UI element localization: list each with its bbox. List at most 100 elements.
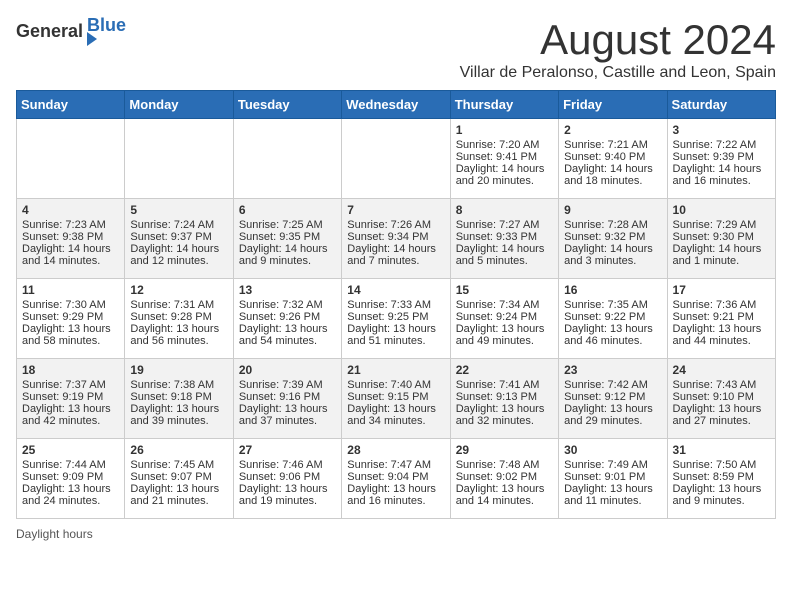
calendar-cell <box>342 119 450 199</box>
day-info: Sunrise: 7:27 AM <box>456 219 553 231</box>
day-number: 10 <box>673 203 770 217</box>
calendar-cell: 7Sunrise: 7:26 AMSunset: 9:34 PMDaylight… <box>342 199 450 279</box>
day-info: Sunset: 9:01 PM <box>564 471 661 483</box>
day-info: Sunrise: 7:44 AM <box>22 459 119 471</box>
day-number: 15 <box>456 283 553 297</box>
day-info: Sunrise: 7:28 AM <box>564 219 661 231</box>
day-info: Daylight: 13 hours and 16 minutes. <box>347 483 444 507</box>
calendar-cell: 3Sunrise: 7:22 AMSunset: 9:39 PMDaylight… <box>667 119 775 199</box>
day-info: Sunset: 9:30 PM <box>673 231 770 243</box>
day-number: 23 <box>564 363 661 377</box>
day-info: Daylight: 14 hours and 16 minutes. <box>673 163 770 187</box>
calendar-cell <box>17 119 125 199</box>
calendar-cell: 9Sunrise: 7:28 AMSunset: 9:32 PMDaylight… <box>559 199 667 279</box>
day-number: 21 <box>347 363 444 377</box>
day-info: Sunrise: 7:49 AM <box>564 459 661 471</box>
day-info: Sunset: 9:40 PM <box>564 151 661 163</box>
calendar-cell <box>233 119 341 199</box>
header-day-friday: Friday <box>559 91 667 119</box>
day-number: 13 <box>239 283 336 297</box>
calendar-cell: 10Sunrise: 7:29 AMSunset: 9:30 PMDayligh… <box>667 199 775 279</box>
calendar-cell: 28Sunrise: 7:47 AMSunset: 9:04 PMDayligh… <box>342 439 450 519</box>
day-info: Daylight: 13 hours and 9 minutes. <box>673 483 770 507</box>
day-info: Sunset: 9:38 PM <box>22 231 119 243</box>
calendar-cell: 13Sunrise: 7:32 AMSunset: 9:26 PMDayligh… <box>233 279 341 359</box>
day-number: 9 <box>564 203 661 217</box>
day-info: Daylight: 14 hours and 12 minutes. <box>130 243 227 267</box>
calendar-cell: 20Sunrise: 7:39 AMSunset: 9:16 PMDayligh… <box>233 359 341 439</box>
calendar-cell: 31Sunrise: 7:50 AMSunset: 8:59 PMDayligh… <box>667 439 775 519</box>
day-info: Sunset: 9:12 PM <box>564 391 661 403</box>
day-number: 7 <box>347 203 444 217</box>
calendar-week-5: 25Sunrise: 7:44 AMSunset: 9:09 PMDayligh… <box>17 439 776 519</box>
calendar-cell: 6Sunrise: 7:25 AMSunset: 9:35 PMDaylight… <box>233 199 341 279</box>
day-info: Sunset: 9:34 PM <box>347 231 444 243</box>
calendar-cell: 2Sunrise: 7:21 AMSunset: 9:40 PMDaylight… <box>559 119 667 199</box>
day-info: Daylight: 14 hours and 5 minutes. <box>456 243 553 267</box>
day-info: Sunset: 9:29 PM <box>22 311 119 323</box>
header-day-saturday: Saturday <box>667 91 775 119</box>
calendar-table: SundayMondayTuesdayWednesdayThursdayFrid… <box>16 90 776 519</box>
day-number: 31 <box>673 443 770 457</box>
day-info: Daylight: 13 hours and 39 minutes. <box>130 403 227 427</box>
logo-arrow-icon <box>87 32 97 46</box>
logo: General Blue <box>16 16 126 46</box>
day-number: 28 <box>347 443 444 457</box>
day-info: Daylight: 13 hours and 42 minutes. <box>22 403 119 427</box>
day-number: 16 <box>564 283 661 297</box>
calendar-cell: 5Sunrise: 7:24 AMSunset: 9:37 PMDaylight… <box>125 199 233 279</box>
calendar-cell: 22Sunrise: 7:41 AMSunset: 9:13 PMDayligh… <box>450 359 558 439</box>
day-info: Daylight: 13 hours and 11 minutes. <box>564 483 661 507</box>
day-info: Sunset: 9:37 PM <box>130 231 227 243</box>
day-info: Sunset: 9:10 PM <box>673 391 770 403</box>
calendar-cell: 19Sunrise: 7:38 AMSunset: 9:18 PMDayligh… <box>125 359 233 439</box>
title-area: August 2024 Villar de Peralonso, Castill… <box>460 16 776 82</box>
day-info: Daylight: 13 hours and 29 minutes. <box>564 403 661 427</box>
day-number: 20 <box>239 363 336 377</box>
calendar-cell: 30Sunrise: 7:49 AMSunset: 9:01 PMDayligh… <box>559 439 667 519</box>
day-info: Sunset: 9:26 PM <box>239 311 336 323</box>
day-info: Sunrise: 7:41 AM <box>456 379 553 391</box>
header-day-wednesday: Wednesday <box>342 91 450 119</box>
day-info: Sunrise: 7:50 AM <box>673 459 770 471</box>
day-info: Sunset: 9:28 PM <box>130 311 227 323</box>
day-info: Daylight: 14 hours and 20 minutes. <box>456 163 553 187</box>
day-number: 1 <box>456 123 553 137</box>
day-info: Sunset: 9:06 PM <box>239 471 336 483</box>
calendar-cell: 12Sunrise: 7:31 AMSunset: 9:28 PMDayligh… <box>125 279 233 359</box>
day-number: 3 <box>673 123 770 137</box>
day-number: 11 <box>22 283 119 297</box>
calendar-cell: 27Sunrise: 7:46 AMSunset: 9:06 PMDayligh… <box>233 439 341 519</box>
calendar-cell: 21Sunrise: 7:40 AMSunset: 9:15 PMDayligh… <box>342 359 450 439</box>
month-title: August 2024 <box>460 16 776 64</box>
day-info: Sunrise: 7:34 AM <box>456 299 553 311</box>
day-number: 17 <box>673 283 770 297</box>
day-info: Daylight: 13 hours and 21 minutes. <box>130 483 227 507</box>
day-number: 26 <box>130 443 227 457</box>
day-info: Sunrise: 7:25 AM <box>239 219 336 231</box>
day-info: Daylight: 14 hours and 9 minutes. <box>239 243 336 267</box>
day-info: Sunset: 9:02 PM <box>456 471 553 483</box>
day-info: Sunrise: 7:43 AM <box>673 379 770 391</box>
calendar-cell: 24Sunrise: 7:43 AMSunset: 9:10 PMDayligh… <box>667 359 775 439</box>
day-info: Sunrise: 7:24 AM <box>130 219 227 231</box>
day-number: 18 <box>22 363 119 377</box>
day-number: 4 <box>22 203 119 217</box>
day-number: 25 <box>22 443 119 457</box>
day-info: Sunrise: 7:22 AM <box>673 139 770 151</box>
daylight-label: Daylight hours <box>16 527 93 541</box>
day-info: Sunset: 9:25 PM <box>347 311 444 323</box>
calendar-cell: 1Sunrise: 7:20 AMSunset: 9:41 PMDaylight… <box>450 119 558 199</box>
day-info: Sunrise: 7:26 AM <box>347 219 444 231</box>
calendar-cell: 25Sunrise: 7:44 AMSunset: 9:09 PMDayligh… <box>17 439 125 519</box>
day-info: Sunrise: 7:46 AM <box>239 459 336 471</box>
footer: Daylight hours <box>16 527 776 541</box>
calendar-cell: 29Sunrise: 7:48 AMSunset: 9:02 PMDayligh… <box>450 439 558 519</box>
day-number: 12 <box>130 283 227 297</box>
day-info: Sunrise: 7:38 AM <box>130 379 227 391</box>
calendar-cell: 14Sunrise: 7:33 AMSunset: 9:25 PMDayligh… <box>342 279 450 359</box>
calendar-cell: 23Sunrise: 7:42 AMSunset: 9:12 PMDayligh… <box>559 359 667 439</box>
day-info: Daylight: 13 hours and 14 minutes. <box>456 483 553 507</box>
calendar-cell: 26Sunrise: 7:45 AMSunset: 9:07 PMDayligh… <box>125 439 233 519</box>
day-info: Daylight: 13 hours and 51 minutes. <box>347 323 444 347</box>
